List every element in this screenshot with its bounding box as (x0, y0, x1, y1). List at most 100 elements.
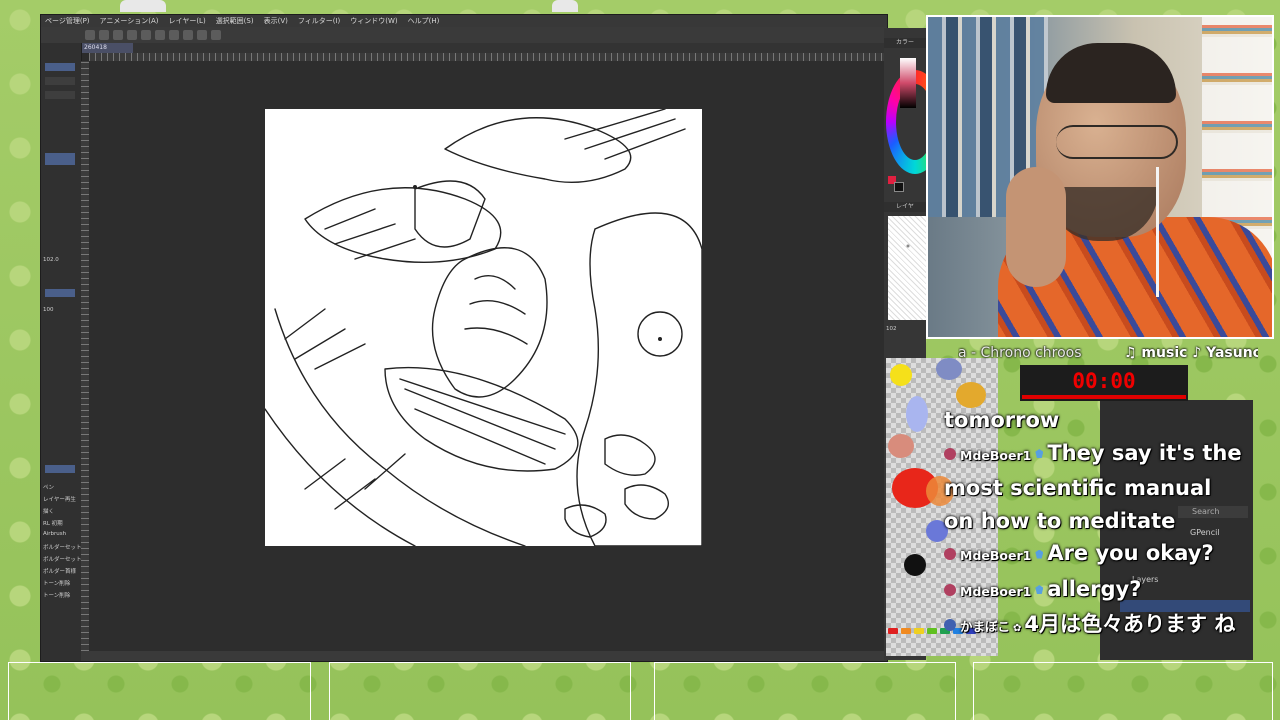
paint-blob[interactable] (904, 554, 926, 576)
earbud-wire (1156, 167, 1159, 297)
sketch-drawing (265, 109, 702, 546)
badge-icon (1035, 549, 1044, 559)
chat-message: MdeBoer1 They say it's the most scientifi… (944, 437, 1244, 538)
paint-app-window: ページ管理(P) アニメーション(A) レイヤー(L) 選択範囲(S) 表示(V… (40, 14, 888, 662)
menu-bar: ページ管理(P) アニメーション(A) レイヤー(L) 選択範囲(S) 表示(V… (41, 15, 887, 27)
user-avatar-icon (944, 619, 956, 631)
brush-shape[interactable] (45, 289, 75, 297)
menu-view[interactable]: 表示(V) (264, 16, 288, 26)
overlay-frame (329, 662, 631, 720)
zoom-readout: 102.0 (43, 257, 59, 263)
now-playing-ticker: a - Chrono chroos ♫ music ♪ Yasuno (958, 345, 1258, 363)
color-panel-tab[interactable]: カラー (884, 38, 926, 48)
overlay-frame (973, 662, 1273, 720)
chat-message: かまぼこ ✿ 4月は色々あります ね (944, 608, 1244, 646)
left-label-5: ボルダーセット (43, 545, 82, 551)
pen-icon[interactable] (197, 30, 207, 40)
pixel-sprite (552, 0, 578, 12)
ticker-left-text: a - Chrono chroos (958, 345, 1082, 361)
streamer-hand (1006, 167, 1066, 287)
navigator-tab[interactable]: レイヤ (884, 202, 926, 212)
fill-icon[interactable] (169, 30, 179, 40)
chat-username: MdeBoer1 (960, 548, 1032, 563)
tool-brush[interactable] (45, 91, 75, 99)
chat-message: MdeBoer1 Are you okay? (944, 537, 1244, 573)
paint-blob[interactable] (888, 434, 914, 458)
left-label-7: ポルダー首様 (43, 569, 77, 575)
canvas-workspace[interactable] (89, 61, 887, 651)
menu-animation[interactable]: アニメーション(A) (100, 16, 159, 26)
horizontal-ruler (89, 53, 887, 61)
chat-message-text: tomorrow (944, 408, 1060, 432)
ticker-music-text: ♫ music ♪ Yasuno (1124, 345, 1258, 361)
streamer-glasses (1056, 125, 1178, 159)
menu-layer[interactable]: レイヤー(L) (169, 16, 206, 26)
swatch-red[interactable] (888, 628, 898, 634)
background-color-swatch[interactable] (894, 182, 904, 192)
brush-size-readout: 100 (43, 307, 54, 313)
menu-filter[interactable]: フィルター(I) (298, 16, 340, 26)
badge-icon (1035, 449, 1044, 458)
menu-selection[interactable]: 選択範囲(S) (216, 16, 254, 26)
document-tab[interactable]: 260418 (81, 43, 133, 53)
layer-property[interactable] (45, 465, 75, 473)
chat-username: MdeBoer1 (960, 583, 1032, 599)
left-label-4: Airbrush (43, 531, 67, 537)
tool-eraser[interactable] (45, 77, 75, 85)
left-label-2: 描く (43, 509, 55, 515)
left-label-1: レイヤー再生 (43, 497, 76, 503)
chat-username: MdeBoer1 (960, 447, 1032, 463)
tool-sidebar: 102.0 100 ペン レイヤー再生 描く RL 初期 Airbrush ボル… (41, 43, 82, 661)
tool-pen[interactable] (45, 63, 75, 71)
swatch-yellow[interactable] (914, 628, 924, 634)
chat-overlay: tomorrow MdeBoer1 They say it's the most … (944, 404, 1244, 646)
settings-icon[interactable] (155, 30, 165, 40)
user-avatar-icon (944, 583, 956, 596)
menu-window[interactable]: ウィンドウ(W) (350, 16, 397, 26)
chat-message-text: 4月は色々あります ね (1024, 612, 1236, 636)
left-label-3: RL 初期 (43, 521, 63, 527)
vertical-ruler (81, 61, 89, 651)
navigator-zoom: 102 (886, 326, 897, 332)
save-icon[interactable] (113, 30, 123, 40)
chat-message-text: Are you okay? (1047, 541, 1214, 565)
navigator-thumbnail[interactable] (888, 216, 926, 320)
chat-message: tomorrow (944, 404, 1244, 437)
chat-username: かまぼこ (960, 619, 1011, 634)
menu-help[interactable]: ヘルプ(H) (408, 16, 440, 26)
timer-readout: 00:00 (1072, 369, 1136, 393)
swatch-green[interactable] (927, 628, 937, 634)
drawing-canvas[interactable] (265, 109, 702, 546)
swatch-orange[interactable] (901, 628, 911, 634)
left-label-9: トーン削除 (43, 593, 71, 599)
left-label-0: ペン (43, 485, 55, 491)
stream-timer: 00:00 (1020, 365, 1188, 401)
left-label-6: ボルダーセット (43, 557, 82, 563)
badge-icon (1035, 585, 1044, 594)
chat-message-text: allergy? (1047, 576, 1142, 601)
document-tabs: 260418 (81, 43, 887, 53)
overlay-frame (8, 662, 311, 720)
overlay-frame (654, 662, 956, 720)
command-toolbar (41, 27, 887, 44)
badge-icon: ✿ (1013, 623, 1022, 634)
timer-progress-bar (1022, 395, 1186, 399)
pixel-sprite (120, 0, 166, 12)
streamer-hair (1046, 43, 1176, 103)
left-label-8: トーン削除 (43, 581, 71, 587)
redo-icon[interactable] (141, 30, 151, 40)
chat-message: MdeBoer1 allergy? (944, 573, 1244, 609)
user-avatar-icon (944, 447, 956, 460)
open-file-icon[interactable] (99, 30, 109, 40)
menu-page[interactable]: ページ管理(P) (45, 16, 90, 26)
paint-blob[interactable] (906, 396, 928, 432)
bottom-overlay-frames (0, 660, 1280, 720)
saturation-value-box[interactable] (900, 58, 916, 108)
webcam-feed (926, 15, 1274, 339)
paint-blob[interactable] (890, 364, 912, 386)
transform-icon[interactable] (183, 30, 193, 40)
undo-icon[interactable] (127, 30, 137, 40)
ruler-icon[interactable] (211, 30, 221, 40)
sub-tool-selected[interactable] (45, 153, 75, 165)
new-file-icon[interactable] (85, 30, 95, 40)
